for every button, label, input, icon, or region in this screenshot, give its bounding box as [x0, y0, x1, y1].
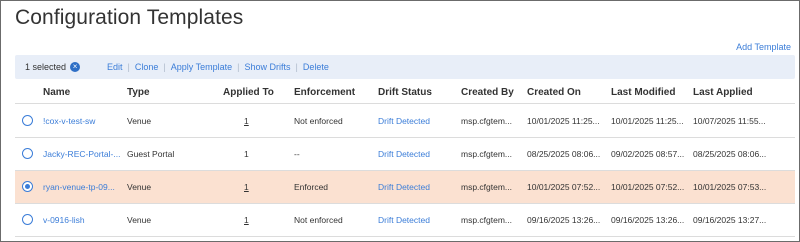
created-on-cell: 10/01/2025 07:52... — [527, 182, 601, 192]
created-by-cell: msp.cfgtem... — [461, 116, 513, 126]
template-name-link[interactable]: ryan-venue-tp-09... — [43, 182, 125, 192]
type-cell: Venue — [127, 182, 152, 192]
edit-button[interactable]: Edit — [102, 62, 128, 72]
table-row-selected[interactable]: ryan-venue-tp-09... Venue 1 Enforced Dri… — [15, 171, 795, 204]
column-header-last-modified[interactable]: Last Modified — [611, 87, 675, 98]
row-select-radio[interactable] — [22, 214, 33, 225]
delete-button[interactable]: Delete — [298, 62, 334, 72]
type-cell: Guest Portal — [127, 149, 175, 159]
drift-status-link[interactable]: Drift Detected — [378, 116, 430, 126]
last-modified-cell: 10/01/2025 11:25... — [611, 116, 684, 126]
template-name-link[interactable]: Jacky-REC-Portal-... — [43, 149, 125, 159]
table-row[interactable]: !cox-v-test-sw Venue 1 Not enforced Drif… — [15, 105, 795, 138]
row-select-radio[interactable] — [22, 115, 33, 126]
enforcement-cell: Not enforced — [294, 116, 343, 126]
column-header-drift-status[interactable]: Drift Status — [378, 87, 432, 98]
template-name-link[interactable]: v-0916-lish — [43, 215, 125, 225]
created-by-cell: msp.cfgtem... — [461, 215, 513, 225]
applied-to-link[interactable]: 1 — [244, 182, 249, 192]
drift-status-link[interactable]: Drift Detected — [378, 149, 430, 159]
drift-status-link[interactable]: Drift Detected — [378, 182, 430, 192]
selected-count: 1 selected — [25, 62, 67, 72]
enforcement-cell: -- — [294, 149, 300, 159]
show-drifts-button[interactable]: Show Drifts — [239, 62, 295, 72]
row-select-radio[interactable] — [22, 181, 33, 192]
column-header-applied-to[interactable]: Applied To — [223, 87, 274, 98]
enforcement-cell: Enforced — [294, 182, 329, 192]
applied-to-cell: 1 — [244, 149, 249, 159]
clone-button[interactable]: Clone — [130, 62, 164, 72]
page-title: Configuration Templates — [15, 6, 244, 29]
last-applied-cell: 10/01/2025 07:53... — [693, 182, 767, 192]
type-cell: Venue — [127, 116, 152, 126]
created-on-cell: 08/25/2025 08:06... — [527, 149, 601, 159]
apply-template-button[interactable]: Apply Template — [166, 62, 237, 72]
window-frame: Configuration Templates Add Template 1 s… — [0, 0, 800, 242]
header-divider — [15, 103, 795, 104]
add-template-link[interactable]: Add Template — [736, 42, 791, 52]
enforcement-cell: Not enforced — [294, 215, 343, 225]
toolbar-actions: Edit | Clone | Apply Template | Show Dri… — [102, 62, 334, 72]
selection-toolbar: 1 selected × Edit | Clone | Apply Templa… — [15, 55, 795, 79]
last-modified-cell: 09/16/2025 13:26... — [611, 215, 685, 225]
last-applied-cell: 09/16/2025 13:27... — [693, 215, 767, 225]
last-applied-cell: 10/07/2025 11:55... — [693, 116, 766, 126]
column-header-name[interactable]: Name — [43, 87, 70, 98]
created-by-cell: msp.cfgtem... — [461, 149, 513, 159]
last-modified-cell: 09/02/2025 08:57... — [611, 149, 685, 159]
table-row[interactable]: v-0916-lish Venue 1 Not enforced Drift D… — [15, 204, 795, 237]
last-applied-cell: 08/25/2025 08:06... — [693, 149, 767, 159]
created-by-cell: msp.cfgtem... — [461, 182, 513, 192]
drift-status-link[interactable]: Drift Detected — [378, 215, 430, 225]
table-row[interactable]: Jacky-REC-Portal-... Guest Portal 1 -- D… — [15, 138, 795, 171]
clear-selection-icon[interactable]: × — [70, 62, 81, 72]
applied-to-link[interactable]: 1 — [244, 215, 249, 225]
last-modified-cell: 10/01/2025 07:52... — [611, 182, 685, 192]
applied-to-link[interactable]: 1 — [244, 116, 249, 126]
created-on-cell: 10/01/2025 11:25... — [527, 116, 600, 126]
column-header-type[interactable]: Type — [127, 87, 150, 98]
column-header-last-applied[interactable]: Last Applied — [693, 87, 753, 98]
row-select-radio[interactable] — [22, 148, 33, 159]
column-header-created-on[interactable]: Created On — [527, 87, 581, 98]
template-name-link[interactable]: !cox-v-test-sw — [43, 116, 125, 126]
type-cell: Venue — [127, 215, 152, 225]
column-header-enforcement[interactable]: Enforcement — [294, 87, 355, 98]
column-header-created-by[interactable]: Created By — [461, 87, 514, 98]
created-on-cell: 09/16/2025 13:26... — [527, 215, 601, 225]
